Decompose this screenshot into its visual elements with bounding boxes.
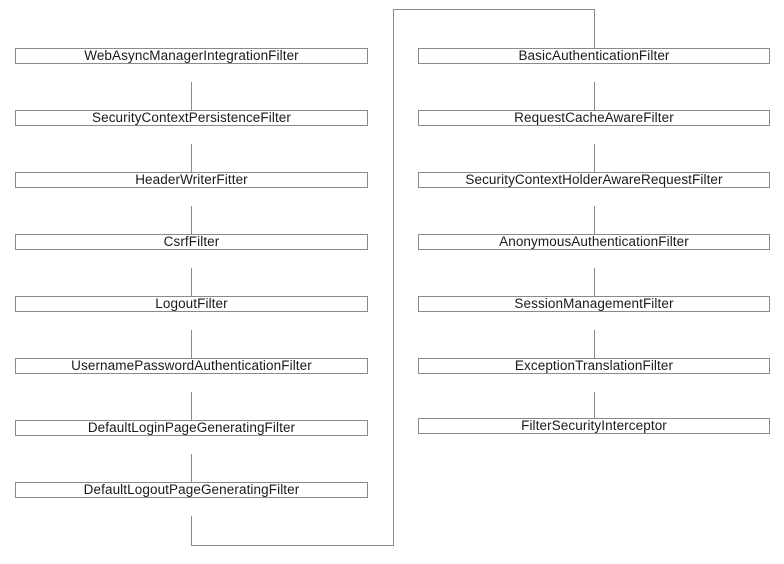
node-web-async-manager-integration-filter[interactable]: WebAsyncManagerIntegrationFilter bbox=[15, 48, 368, 64]
node-label: DefaultLoginPageGeneratingFilter bbox=[87, 420, 296, 435]
node-label: WebAsyncManagerIntegrationFilter bbox=[84, 48, 299, 63]
connector-left-7-8 bbox=[191, 454, 192, 482]
connector-left-2-3 bbox=[191, 144, 192, 172]
connector-left-5-6 bbox=[191, 330, 192, 358]
node-label: BasicAuthenticationFilter bbox=[518, 48, 670, 63]
connector-left-6-7 bbox=[191, 392, 192, 420]
node-default-logout-page-generating-filter[interactable]: DefaultLogoutPageGeneratingFilter bbox=[15, 482, 368, 498]
connector-left-3-4 bbox=[191, 206, 192, 234]
node-header-writer-fitter[interactable]: HeaderWriterFitter bbox=[15, 172, 368, 188]
connector-right-4-5 bbox=[594, 268, 595, 296]
node-label: ExceptionTranslationFilter bbox=[514, 358, 674, 373]
node-filter-security-interceptor[interactable]: FilterSecurityInterceptor bbox=[418, 418, 770, 434]
node-security-context-persistence-filter[interactable]: SecurityContextPersistenceFilter bbox=[15, 110, 368, 126]
node-exception-translation-filter[interactable]: ExceptionTranslationFilter bbox=[418, 358, 770, 374]
node-label: FilterSecurityInterceptor bbox=[521, 418, 667, 433]
routing-segment-riser-vertical bbox=[393, 9, 394, 546]
node-logout-filter[interactable]: LogoutFilter bbox=[15, 296, 368, 312]
connector-right-6-7 bbox=[594, 392, 595, 418]
node-label: SecurityContextPersistenceFilter bbox=[91, 110, 292, 125]
filter-chain-diagram: WebAsyncManagerIntegrationFilter Securit… bbox=[0, 0, 784, 564]
node-label: SessionManagementFilter bbox=[514, 296, 674, 311]
node-username-password-authentication-filter[interactable]: UsernamePasswordAuthenticationFilter bbox=[15, 358, 368, 374]
node-default-login-page-generating-filter[interactable]: DefaultLoginPageGeneratingFilter bbox=[15, 420, 368, 436]
connector-right-3-4 bbox=[594, 206, 595, 234]
connector-right-1-2 bbox=[594, 82, 595, 110]
connector-left-4-5 bbox=[191, 268, 192, 296]
node-label: AnonymousAuthenticationFilter bbox=[499, 234, 689, 249]
node-label: LogoutFilter bbox=[155, 296, 228, 311]
connector-right-2-3 bbox=[594, 144, 595, 172]
connector-left-1-2 bbox=[191, 82, 192, 110]
routing-segment-down-from-left-column bbox=[191, 516, 192, 546]
routing-segment-bottom-horizontal bbox=[191, 545, 394, 546]
node-label: DefaultLogoutPageGeneratingFilter bbox=[83, 482, 300, 497]
connector-right-5-6 bbox=[594, 330, 595, 358]
node-anonymous-authentication-filter[interactable]: AnonymousAuthenticationFilter bbox=[418, 234, 770, 250]
routing-segment-down-into-right-column bbox=[594, 9, 595, 48]
node-label: SecurityContextHolderAwareRequestFilter bbox=[465, 172, 723, 187]
node-csrf-filter[interactable]: CsrfFilter bbox=[15, 234, 368, 250]
node-security-context-holder-aware-request-filter[interactable]: SecurityContextHolderAwareRequestFilter bbox=[418, 172, 770, 188]
node-basic-authentication-filter[interactable]: BasicAuthenticationFilter bbox=[418, 48, 770, 64]
routing-segment-top-horizontal bbox=[393, 9, 595, 10]
node-label: CsrfFilter bbox=[163, 234, 220, 249]
node-session-management-filter[interactable]: SessionManagementFilter bbox=[418, 296, 770, 312]
node-label: UsernamePasswordAuthenticationFilter bbox=[71, 358, 312, 373]
node-label: RequestCacheAwareFilter bbox=[514, 110, 674, 125]
node-label: HeaderWriterFitter bbox=[135, 172, 248, 187]
node-request-cache-aware-filter[interactable]: RequestCacheAwareFilter bbox=[418, 110, 770, 126]
